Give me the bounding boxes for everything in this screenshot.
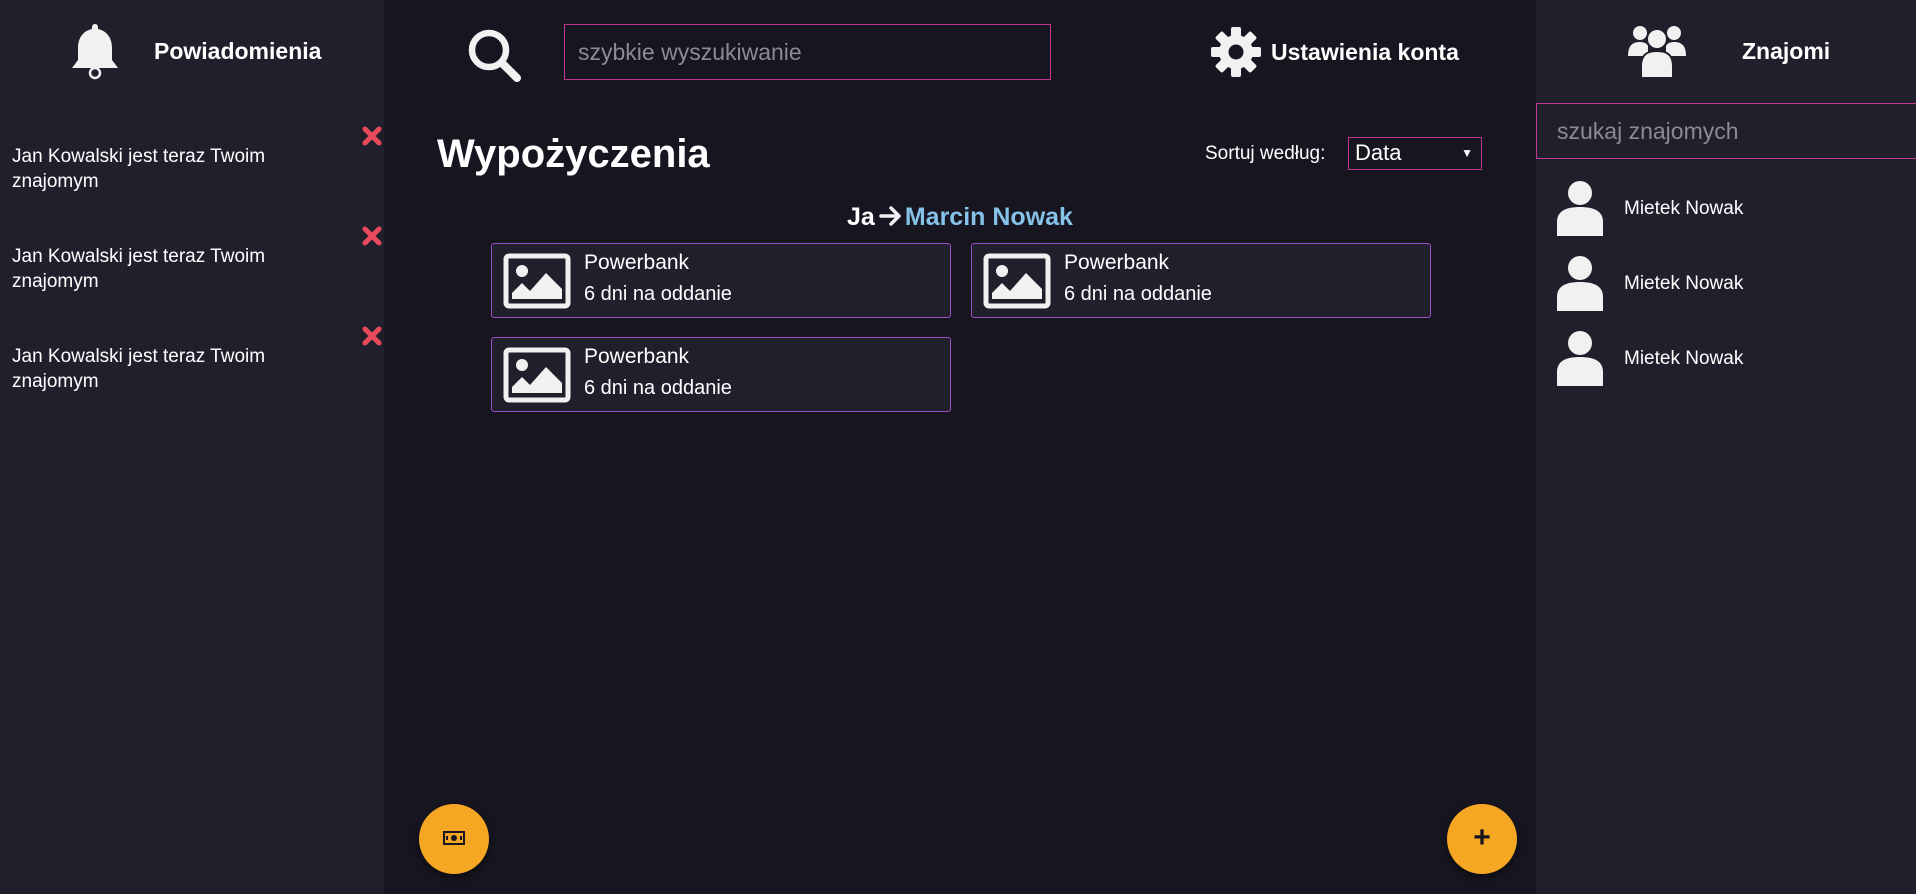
user-avatar-icon <box>1557 331 1603 386</box>
sort-select[interactable]: Data ▼ <box>1348 137 1482 170</box>
dropdown-arrow-icon: ▼ <box>1461 146 1473 160</box>
friend-item[interactable]: Mietek Nowak <box>1536 180 1916 242</box>
close-icon[interactable] <box>362 226 382 246</box>
bell-icon[interactable] <box>68 22 122 80</box>
loan-due-status: 6 dni na oddanie <box>1064 283 1212 305</box>
friend-name: Mietek Nowak <box>1624 273 1744 294</box>
gear-icon <box>1211 27 1261 77</box>
quick-search-input[interactable] <box>564 24 1051 80</box>
add-loan-button[interactable]: + <box>1447 804 1517 874</box>
user-avatar-icon <box>1557 181 1603 236</box>
app-root: Powiadomienia Jan Kowalski jest teraz Tw… <box>0 0 1916 894</box>
notifications-title: Powiadomienia <box>154 38 322 64</box>
friends-title: Znajomi <box>1742 38 1831 64</box>
loan-group-header: Ja Marcin Nowak <box>384 203 1536 232</box>
friend-item[interactable]: Mietek Nowak <box>1536 255 1916 317</box>
notification-item: Jan Kowalski jest teraz Twoim znajomym <box>0 226 384 324</box>
notification-text: Jan Kowalski jest teraz Twoim znajomym <box>12 146 266 192</box>
notification-text: Jan Kowalski jest teraz Twoim znajomym <box>12 346 266 392</box>
loan-card[interactable]: Powerbank 6 dni na oddanie <box>971 243 1431 318</box>
notification-item: Jan Kowalski jest teraz Twoim znajomym <box>0 326 384 424</box>
loan-due-status: 6 dni na oddanie <box>584 283 732 305</box>
friends-icon[interactable] <box>1626 22 1688 78</box>
friend-item[interactable]: Mietek Nowak <box>1536 330 1916 392</box>
loan-item-name: Powerbank <box>1064 251 1170 274</box>
loan-item-name: Powerbank <box>584 251 690 274</box>
arrow-right-icon <box>879 206 901 227</box>
money-icon <box>443 831 465 845</box>
friend-name: Mietek Nowak <box>1624 198 1744 219</box>
loan-item-name: Powerbank <box>584 345 690 368</box>
notifications-panel: Powiadomienia Jan Kowalski jest teraz Tw… <box>0 0 384 894</box>
friends-panel: Znajomi Mietek Nowak Mietek Nowak Mietek… <box>1536 0 1916 894</box>
notification-item: Jan Kowalski jest teraz Twoim znajomym <box>0 126 384 224</box>
plus-icon: + <box>1473 821 1491 854</box>
sort-selected-value: Data <box>1355 140 1402 165</box>
user-avatar-icon <box>1557 256 1603 311</box>
friend-name: Mietek Nowak <box>1624 348 1744 369</box>
friend-search-input[interactable] <box>1536 103 1916 159</box>
account-settings-label: Ustawienia konta <box>1271 39 1459 65</box>
notifications-header: Powiadomienia <box>0 0 384 102</box>
loan-card[interactable]: Powerbank 6 dni na oddanie <box>491 337 951 412</box>
close-icon[interactable] <box>362 326 382 346</box>
close-icon[interactable] <box>362 126 382 146</box>
notification-text: Jan Kowalski jest teraz Twoim znajomym <box>12 246 266 292</box>
sort-label: Sortuj według: <box>1205 143 1326 164</box>
loan-due-status: 6 dni na oddanie <box>584 377 732 399</box>
search-icon[interactable] <box>466 27 522 83</box>
money-button[interactable] <box>419 804 489 874</box>
image-placeholder-icon <box>503 253 571 309</box>
loan-from: Ja <box>847 203 875 231</box>
image-placeholder-icon <box>983 253 1051 309</box>
main-panel: Ustawienia konta Wypożyczenia Sortuj wed… <box>384 0 1536 894</box>
page-title: Wypożyczenia <box>437 132 710 176</box>
loan-to-person-link[interactable]: Marcin Nowak <box>905 203 1073 231</box>
image-placeholder-icon <box>503 347 571 403</box>
loan-card[interactable]: Powerbank 6 dni na oddanie <box>491 243 951 318</box>
